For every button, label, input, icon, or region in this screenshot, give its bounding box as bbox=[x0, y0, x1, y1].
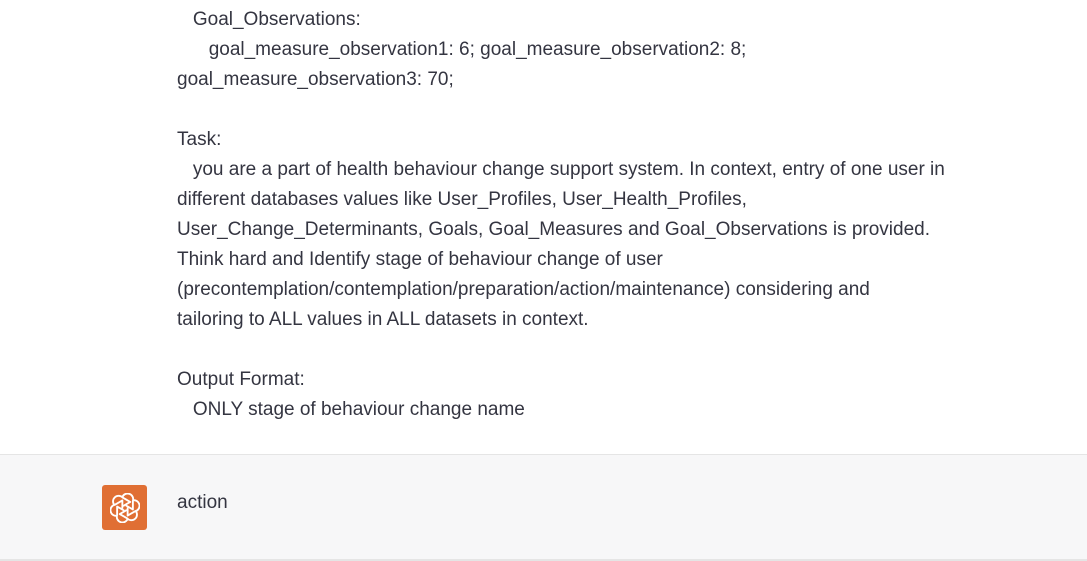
message-line: (precontemplation/contemplation/preparat… bbox=[177, 279, 870, 300]
user-message: Goal_Observations: goal_measure_observat… bbox=[177, 5, 1007, 425]
message-line: tailoring to ALL values in ALL datasets … bbox=[177, 309, 589, 330]
openai-logo-icon bbox=[102, 485, 147, 530]
assistant-response-text: action bbox=[177, 492, 228, 513]
chat-page: Goal_Observations: goal_measure_observat… bbox=[0, 0, 1087, 561]
message-line bbox=[177, 95, 1007, 125]
message-line: goal_measure_observation1: 6; goal_measu… bbox=[177, 39, 747, 60]
assistant-message: action bbox=[0, 455, 1087, 559]
message-line: ONLY stage of behaviour change name bbox=[177, 399, 525, 420]
message-line: Task: bbox=[177, 129, 222, 150]
message-line: User_Change_Determinants, Goals, Goal_Me… bbox=[177, 219, 931, 240]
message-line: Think hard and Identify stage of behavio… bbox=[177, 249, 663, 270]
message-line: you are a part of health behaviour chang… bbox=[177, 159, 945, 180]
message-line: Output Format: bbox=[177, 369, 305, 390]
message-line bbox=[177, 335, 1007, 365]
message-line: goal_measure_observation3: 70; bbox=[177, 69, 454, 90]
message-line: different databases values like User_Pro… bbox=[177, 189, 747, 210]
message-line: Goal_Observations: bbox=[177, 9, 361, 30]
